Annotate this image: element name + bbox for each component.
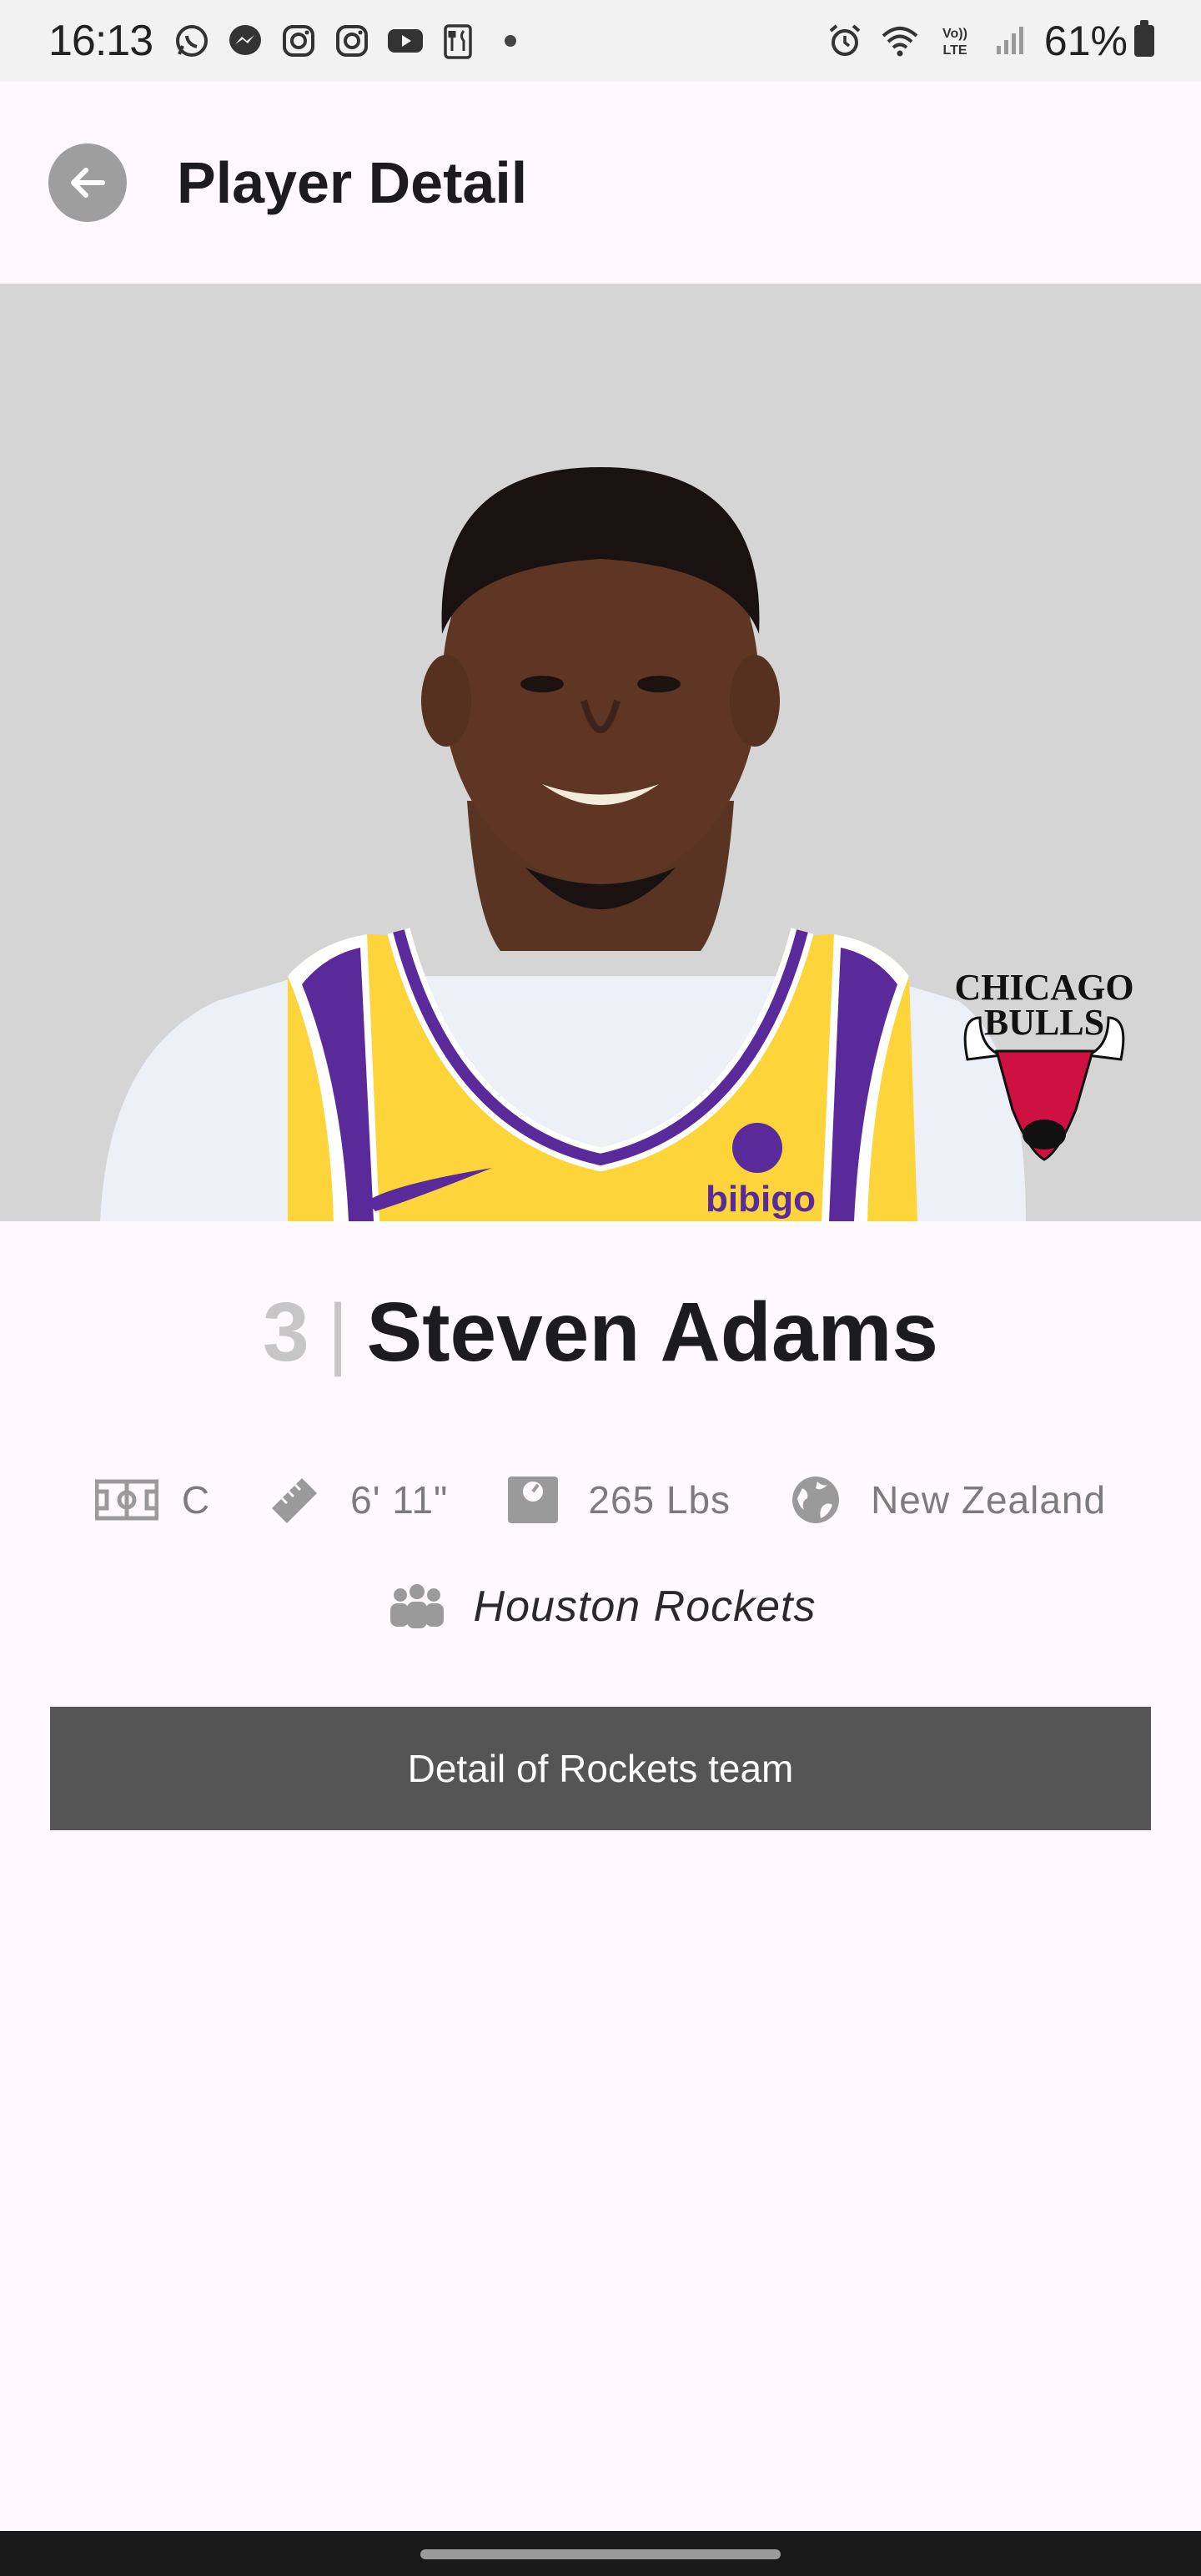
weight-value: 265 Lbs bbox=[588, 1478, 731, 1522]
battery-percent: 61% bbox=[1043, 18, 1128, 64]
more-notifications-dot bbox=[505, 35, 517, 47]
court-icon bbox=[94, 1473, 158, 1527]
svg-text:LTE: LTE bbox=[942, 43, 967, 58]
status-bar-left: 16:13 bbox=[48, 16, 517, 66]
home-gesture-handle[interactable] bbox=[420, 2549, 781, 2559]
team-name: Houston Rockets bbox=[473, 1582, 817, 1631]
instagram-icon bbox=[278, 20, 319, 62]
battery-icon bbox=[1134, 20, 1154, 57]
wifi-icon bbox=[879, 20, 921, 62]
position-attribute: C bbox=[94, 1473, 211, 1527]
position-value: C bbox=[181, 1478, 211, 1522]
volte-icon: Vo)) LTE bbox=[934, 20, 976, 62]
jersey-sponsor-text: bibigo bbox=[706, 1179, 816, 1220]
status-bar-right: Vo)) LTE 61% bbox=[824, 17, 1154, 65]
whatsapp-icon bbox=[171, 20, 213, 62]
height-value: 6' 11" bbox=[350, 1478, 449, 1522]
app-bar: Player Detail bbox=[0, 82, 1201, 284]
heading-separator: | bbox=[327, 1287, 349, 1377]
status-bar: 16:13 Vo)) LTE 61% bbox=[0, 0, 1201, 82]
team-logo-text-line2: BULLS bbox=[984, 1002, 1104, 1043]
team-icon bbox=[389, 1584, 444, 1628]
page-title: Player Detail bbox=[177, 150, 528, 215]
player-portrait-illustration: bibigo CHICAGO BULLS bbox=[0, 284, 1201, 1221]
ruler-icon bbox=[264, 1473, 327, 1527]
scale-icon bbox=[501, 1473, 565, 1527]
player-photo: bibigo CHICAGO BULLS bbox=[0, 284, 1201, 1221]
country-attribute: New Zealand bbox=[784, 1473, 1106, 1527]
status-time: 16:13 bbox=[48, 17, 153, 65]
svg-text:Vo)): Vo)) bbox=[942, 27, 967, 41]
weight-attribute: 265 Lbs bbox=[501, 1473, 731, 1527]
messenger-icon bbox=[224, 20, 266, 62]
signal-icon bbox=[989, 20, 1031, 62]
restaurant-icon bbox=[438, 20, 480, 62]
youtube-icon bbox=[384, 20, 426, 62]
instagram-icon bbox=[331, 20, 373, 62]
team-detail-button[interactable]: Detail of Rockets team bbox=[50, 1707, 1151, 1830]
player-team: Houston Rockets bbox=[0, 1580, 1201, 1633]
back-button[interactable] bbox=[48, 143, 127, 222]
player-attributes: C 6' 11" 265 Lbs New Zealand bbox=[0, 1473, 1201, 1527]
globe-icon bbox=[784, 1473, 847, 1527]
alarm-icon bbox=[824, 20, 866, 62]
country-value: New Zealand bbox=[871, 1478, 1107, 1522]
player-name: Steven Adams bbox=[366, 1285, 938, 1379]
jersey-number: 3 bbox=[262, 1285, 309, 1379]
arrow-left-icon bbox=[71, 168, 105, 198]
player-heading: 3 | Steven Adams bbox=[0, 1285, 1201, 1381]
height-attribute: 6' 11" bbox=[264, 1473, 448, 1527]
